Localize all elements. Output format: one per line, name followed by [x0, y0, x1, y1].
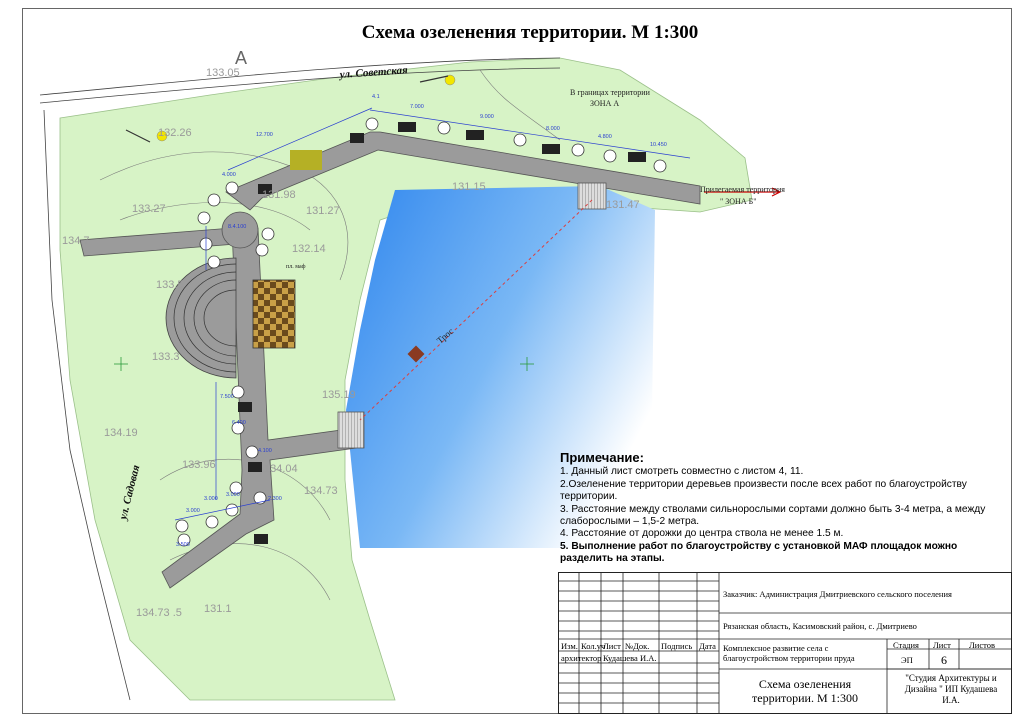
header-sign: Подпись — [661, 641, 693, 651]
small-label: пл. маф — [286, 263, 306, 270]
stage-label: Стадия — [893, 640, 919, 650]
note-item: 4. Расстояние от дорожки до центра ствол… — [560, 528, 844, 540]
note-item-bold: 5. Выполнение работ по благоустройству с… — [560, 540, 958, 565]
header-doc: №Док. — [625, 641, 650, 651]
dimension-label: 3.000 — [186, 508, 200, 514]
elevation-label: 131.27 — [306, 205, 340, 217]
dimension-label: 3.000 — [204, 496, 218, 502]
elevation-label: 131.98 — [262, 189, 296, 201]
location: Рязанская область, Касимовский район, с.… — [723, 621, 917, 631]
dimension-label: 8.000 — [546, 126, 560, 132]
sheet-label: Лист — [933, 640, 951, 650]
elevation-label: 131.47 — [606, 199, 640, 211]
elevation-label: 134.7 — [62, 235, 90, 247]
elevation-label: 133.05 — [206, 67, 240, 79]
elevation-label: 133.3 — [152, 351, 180, 363]
north-mark: A — [235, 48, 247, 68]
dimension-label: 4.800 — [598, 134, 612, 140]
header-date: Дата — [699, 641, 716, 651]
dimension-label: 7.500 — [220, 394, 234, 400]
note-item: 3. Расстояние между стволами сильнорослы… — [560, 503, 986, 528]
stage-value: ЭП — [901, 655, 913, 665]
studio: "Студия Архитектуры и Дизайна " ИП Кудаш… — [904, 673, 998, 705]
note-item: 2.Озеленение территории деревьев произве… — [560, 478, 967, 503]
dimension-label: 2.300 — [268, 496, 282, 502]
pier-south — [337, 411, 365, 449]
elevation-label: 135.19 — [322, 389, 356, 401]
dimension-label: 4.000 — [222, 172, 236, 178]
sheet-value: 6 — [941, 653, 947, 667]
dimension-label: 4.1 — [372, 94, 380, 100]
elevation-label: 133.5 — [156, 279, 184, 291]
dimension-label: 8.4.100 — [228, 224, 246, 230]
drawing-name: Схема озеленения территории. М 1:300 — [752, 677, 858, 705]
customer: Заказчик: Администрация Дмитриевского се… — [723, 589, 952, 599]
note-item: 1. Данный лист смотреть совместно с лист… — [560, 466, 804, 478]
notes-block: Примечание: 1. Данный лист смотреть совм… — [560, 450, 1000, 566]
zone-a-label-1: В границах территории — [570, 88, 651, 97]
dimension-label: 9.000 — [480, 114, 494, 120]
notes-heading: Примечание: — [560, 450, 644, 465]
zone-b-label-2: " ЗОНА Б" — [720, 197, 756, 206]
zone-a-label-2: ЗОНА А — [590, 99, 619, 108]
elevation-label: 134.19 — [104, 427, 138, 439]
role: архитектор — [561, 653, 602, 663]
elevation-label: 133.27 — [132, 203, 166, 215]
zone-b-label-1: Прилегаемая территория — [700, 185, 785, 194]
elevation-label: 134.73 .5 — [136, 607, 182, 619]
playground-square — [252, 279, 296, 349]
elevation-label: 134.04 — [264, 463, 298, 475]
person: Кудашева И.А. — [603, 653, 657, 663]
project: Комплексное развитие села с благоустройс… — [723, 643, 855, 663]
elevation-label: 134.73 — [304, 485, 338, 497]
dimension-label: 7.000 — [410, 104, 424, 110]
elevation-label: 131.1 — [204, 603, 232, 615]
elevation-label: 132.26 — [158, 127, 192, 139]
elevation-label: 133.96 — [182, 459, 216, 471]
dimension-label: 12.700 — [256, 132, 273, 138]
elevation-label: 131.15 — [452, 181, 486, 193]
dimension-label: 4.100 — [258, 448, 272, 454]
dimension-label: 3.500 — [176, 542, 190, 548]
header-kol: Кол.уч — [581, 641, 606, 651]
header-izm: Изм. — [561, 641, 578, 651]
pier-north — [577, 182, 607, 210]
dimension-label: 10.450 — [650, 142, 667, 148]
title-block: Заказчик: Администрация Дмитриевского се… — [558, 572, 1012, 714]
elevation-label: 132.14 — [292, 243, 326, 255]
page-title: Схема озеленения территории. М 1:300 — [361, 22, 699, 43]
header-list: Лист — [603, 641, 621, 651]
sheets-label: Листов — [969, 640, 995, 650]
dimension-label: 6.400 — [232, 420, 246, 426]
dimension-label: 3.000 — [226, 492, 240, 498]
